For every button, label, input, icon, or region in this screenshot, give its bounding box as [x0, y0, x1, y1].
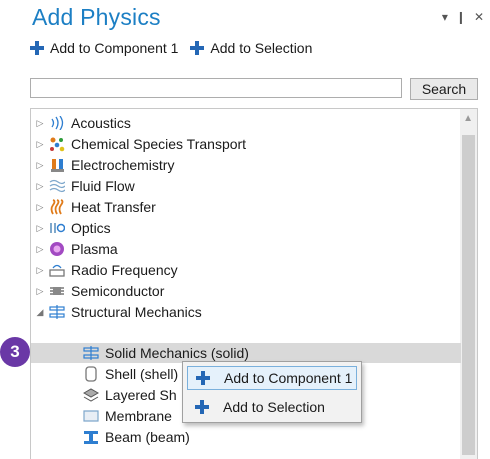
step-badge: 3	[0, 337, 30, 367]
tree-item-acoustics[interactable]: ▷ Acoustics	[35, 113, 131, 133]
plus-icon	[196, 371, 210, 385]
menu-item-label: Add to Component 1	[224, 370, 353, 386]
expand-icon[interactable]: ▷	[35, 160, 45, 171]
plus-icon	[195, 400, 209, 414]
tree-item-label: Fluid Flow	[71, 178, 135, 194]
tree-item-label: Heat Transfer	[71, 199, 156, 215]
add-to-component-label: Add to Component 1	[50, 40, 179, 56]
tree-item-label: Plasma	[71, 241, 118, 257]
tree-item-label: Shell (shell)	[105, 366, 179, 382]
plus-icon	[190, 41, 205, 55]
solid-mechanics-icon	[83, 345, 99, 361]
add-to-selection-button[interactable]: Add to Selection	[190, 40, 312, 56]
window-controls: ▾ ❙ ✕	[442, 10, 484, 24]
scroll-thumb[interactable]	[462, 135, 475, 455]
menu-add-to-component[interactable]: Add to Component 1	[187, 366, 357, 390]
tree-item-electrochemistry[interactable]: ▷ Electrochemistry	[35, 155, 175, 175]
search-button[interactable]: Search	[410, 78, 478, 100]
panel-title: Add Physics	[32, 4, 161, 30]
tree-item-fluid-flow[interactable]: ▷ Fluid Flow	[35, 176, 135, 196]
expand-icon[interactable]: ▷	[35, 181, 45, 192]
structural-mechanics-icon	[49, 304, 65, 320]
semiconductor-icon	[49, 283, 65, 299]
plasma-icon	[49, 241, 65, 257]
tree-item-optics[interactable]: ▷ Optics	[35, 218, 111, 238]
expand-icon[interactable]: ▷	[35, 118, 45, 129]
tree-item-shell[interactable]: Shell (shell)	[83, 364, 178, 384]
plus-icon	[30, 41, 44, 55]
beam-icon	[83, 429, 99, 445]
expand-icon[interactable]: ▷	[35, 139, 45, 150]
expand-icon[interactable]: ▷	[35, 265, 45, 276]
tree-item-structural-mechanics[interactable]: ◢ Structural Mechanics	[35, 302, 202, 322]
optics-icon	[49, 220, 65, 236]
search-row: Search	[30, 78, 478, 100]
tree-item-membrane[interactable]: Membrane	[83, 406, 172, 426]
tree-item-label: Beam (beam)	[105, 429, 190, 445]
heat-transfer-icon	[49, 199, 65, 215]
collapse-icon[interactable]: ◢	[35, 307, 45, 318]
close-icon[interactable]: ✕	[474, 10, 484, 24]
tree-item-label: Acoustics	[71, 115, 131, 131]
context-menu: Add to Component 1 Add to Selection	[182, 361, 362, 423]
membrane-icon	[83, 408, 99, 424]
tree-item-semiconductor[interactable]: ▷ Semiconductor	[35, 281, 165, 301]
radio-frequency-icon	[49, 262, 65, 278]
tree-item-radio-frequency[interactable]: ▷ Radio Frequency	[35, 260, 178, 280]
tree-item-layered-shell[interactable]: Layered Sh	[83, 385, 177, 405]
tree-item-label: Optics	[71, 220, 111, 236]
tree-item-label: Radio Frequency	[71, 262, 178, 278]
tree-item-label: Membrane	[105, 408, 172, 424]
shell-icon	[83, 366, 99, 382]
chemical-species-icon	[49, 136, 65, 152]
scrollbar[interactable]: ▲	[460, 109, 477, 459]
dropdown-icon[interactable]: ▾	[442, 10, 448, 24]
expand-icon[interactable]: ▷	[35, 286, 45, 297]
menu-add-to-selection[interactable]: Add to Selection	[187, 395, 357, 419]
tree-item-chemical-species-transport[interactable]: ▷ Chemical Species Transport	[35, 134, 247, 154]
acoustics-icon	[49, 115, 65, 131]
tree-item-label: Chemical Species Transport	[71, 136, 247, 152]
pin-icon[interactable]: ❙	[456, 10, 466, 24]
tree-item-label: Semiconductor	[71, 283, 165, 299]
tree-item-label: Layered Sh	[105, 387, 177, 403]
toolbar: Add to Component 1 Add to Selection	[30, 40, 324, 56]
search-input[interactable]	[30, 78, 402, 98]
tree-item-label: Structural Mechanics	[71, 304, 202, 320]
tree-item-heat-transfer[interactable]: ▷ Heat Transfer	[35, 197, 156, 217]
add-to-component-button[interactable]: Add to Component 1	[30, 40, 178, 56]
tree-item-plasma[interactable]: ▷ Plasma	[35, 239, 118, 259]
expand-icon[interactable]: ▷	[35, 223, 45, 234]
add-to-selection-label: Add to Selection	[210, 40, 313, 56]
expand-icon[interactable]: ▷	[35, 244, 45, 255]
tree-item-label: Electrochemistry	[71, 157, 175, 173]
tree-item-beam[interactable]: Beam (beam)	[83, 427, 190, 447]
expand-icon[interactable]: ▷	[35, 202, 45, 213]
layered-shell-icon	[83, 387, 99, 403]
fluid-flow-icon	[49, 178, 65, 194]
menu-item-label: Add to Selection	[223, 399, 325, 415]
tree-item-solid-mechanics[interactable]: Solid Mechanics (solid)	[31, 343, 461, 363]
tree-item-label: Solid Mechanics (solid)	[105, 345, 249, 361]
scroll-up-icon[interactable]: ▲	[463, 113, 473, 124]
electrochemistry-icon	[49, 157, 65, 173]
